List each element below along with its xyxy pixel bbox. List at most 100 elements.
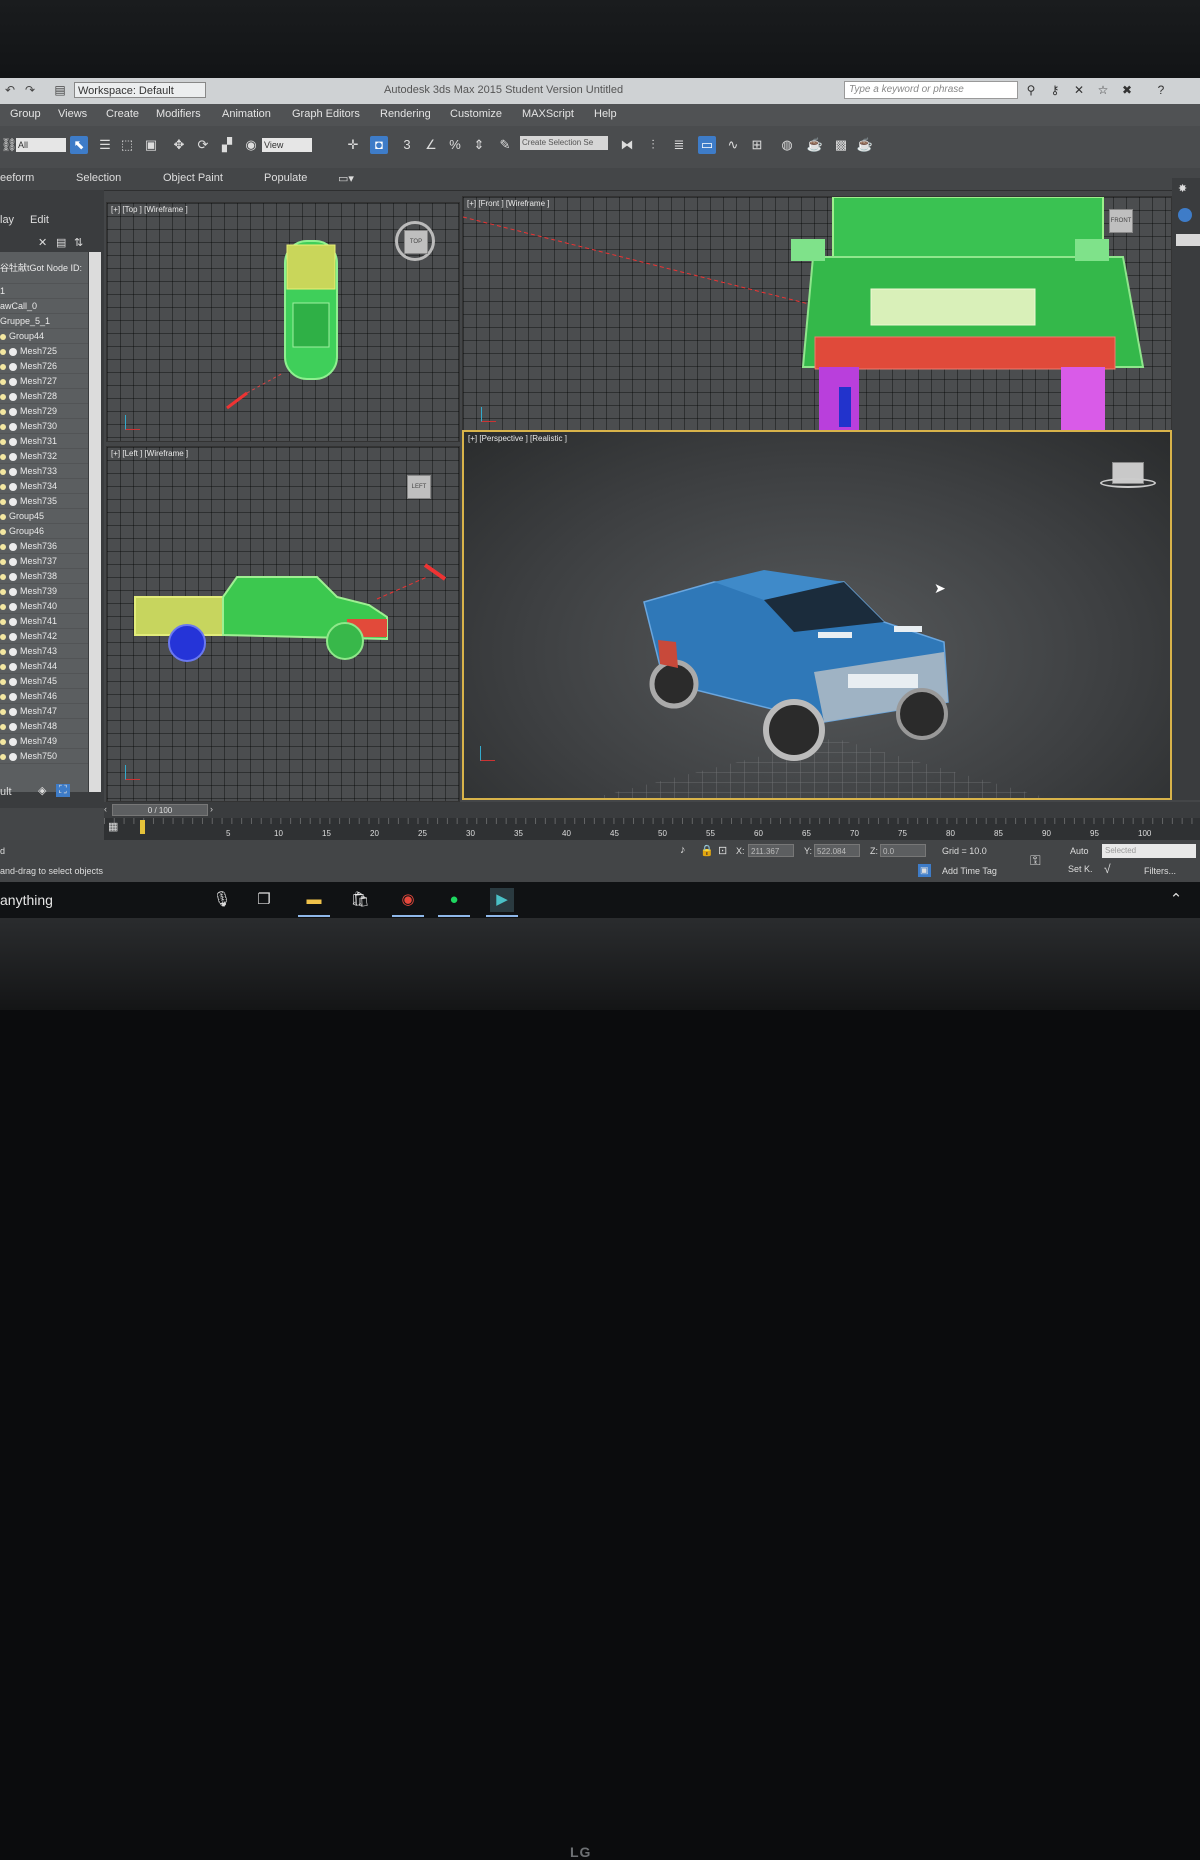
lightbulb-icon[interactable] [0,453,6,460]
lightbulb-icon[interactable] [0,348,6,355]
freeze-icon[interactable] [9,692,17,701]
selection-set-dropdown[interactable]: Selected [1102,844,1196,858]
absolute-mode-icon[interactable]: ⊡ [718,844,727,857]
edit-named-selection-icon[interactable]: ✎ [496,136,514,154]
select-object-icon[interactable]: ⬉ [70,136,88,154]
scene-tab-display[interactable]: lay [0,214,14,226]
list-item[interactable]: Mesh748 [0,719,88,734]
move-icon[interactable]: ✥ [170,136,188,154]
reference-coordinate-dropdown[interactable]: View [262,138,312,152]
freeze-icon[interactable] [9,497,17,506]
ribbon-options-icon[interactable]: ▭▾ [338,172,354,185]
list-item[interactable]: Mesh741 [0,614,88,629]
menu-animation[interactable]: Animation [222,108,271,120]
list-item[interactable]: Mesh726 [0,359,88,374]
list-item[interactable]: awCall_0 [0,299,88,314]
lightbulb-icon[interactable] [0,618,6,625]
binoculars-icon[interactable]: ⚲ [1022,81,1040,99]
rotate-icon[interactable]: ⟳ [194,136,212,154]
lightbulb-icon[interactable] [0,738,6,745]
workspace-dropdown[interactable]: Workspace: Default [74,82,206,98]
rectangular-selection-icon[interactable]: ⬚ [118,136,136,154]
add-time-tag-button[interactable]: Add Time Tag [942,866,997,876]
list-item[interactable]: Mesh747 [0,704,88,719]
exchange-icon[interactable]: ✖ [1118,81,1136,99]
filter-icon[interactable]: ▤ [56,236,66,249]
viewport-front[interactable]: [+] [Front ] [Wireframe ] FRONT [462,196,1172,434]
viewport-perspective[interactable]: [+] [Perspective ] [Realistic ] ➤ [462,430,1172,800]
freeze-icon[interactable] [9,752,17,761]
list-item[interactable]: Mesh729 [0,404,88,419]
sort-icon[interactable]: ⇅ [74,236,83,249]
lightbulb-icon[interactable] [0,573,6,580]
list-item[interactable]: Mesh742 [0,629,88,644]
lightbulb-icon[interactable] [0,543,6,550]
lightbulb-icon[interactable] [0,663,6,670]
list-item[interactable]: Group44 [0,329,88,344]
menu-customize[interactable]: Customize [450,108,502,120]
pivot-center-icon[interactable]: ✛ [344,136,362,154]
freeze-icon[interactable] [9,347,17,356]
lightbulb-icon[interactable] [0,603,6,610]
freeze-icon[interactable] [9,422,17,431]
list-item[interactable]: Mesh745 [0,674,88,689]
viewport-left[interactable]: [+] [Left ] [Wireframe ] LEFT [106,446,460,802]
list-item[interactable]: Mesh743 [0,644,88,659]
lightbulb-icon[interactable] [0,678,6,685]
x-coordinate-field[interactable]: 211.367 [748,844,794,857]
filters-button[interactable]: Filters... [1144,866,1176,876]
layers-icon[interactable]: ◈ [38,784,46,797]
percent-snap-icon[interactable]: % [446,136,464,154]
list-item[interactable]: Mesh737 [0,554,88,569]
lightbulb-icon[interactable] [0,633,6,640]
list-item[interactable]: Mesh733 [0,464,88,479]
freeze-icon[interactable] [9,482,17,491]
angle-snap-icon[interactable]: ∠ [422,136,440,154]
search-input[interactable]: Type a keyword or phrase [844,81,1018,99]
freeze-icon[interactable] [9,617,17,626]
list-item[interactable]: Mesh735 [0,494,88,509]
track-bar[interactable]: ▦ 5 10 15 20 25 30 35 40 45 50 55 60 65 70 75 80 85 90 95 1… [104,818,1200,840]
list-item[interactable]: Mesh739 [0,584,88,599]
list-item[interactable]: Mesh749 [0,734,88,749]
freeze-icon[interactable] [9,467,17,476]
lightbulb-icon[interactable] [0,393,6,400]
menu-maxscript[interactable]: MAXScript [522,108,574,120]
freeze-icon[interactable] [9,602,17,611]
list-item[interactable]: 1 [0,284,88,299]
menu-rendering[interactable]: Rendering [380,108,431,120]
select-manipulate-icon[interactable]: ◘ [370,136,388,154]
list-item[interactable]: Mesh744 [0,659,88,674]
lightbulb-icon[interactable] [0,693,6,700]
time-tag-icon[interactable]: ▣ [918,864,931,877]
lightbulb-icon[interactable] [0,723,6,730]
menu-group[interactable]: Group [10,108,41,120]
redo-icon[interactable]: ↷ [22,82,38,98]
freeze-icon[interactable] [9,587,17,596]
create-panel-icon[interactable]: ✸ [1178,182,1187,195]
menu-help[interactable]: Help [594,108,617,120]
set-key-icon[interactable]: ⚿ [1030,852,1041,869]
freeze-icon[interactable] [9,377,17,386]
command-panel-field[interactable] [1176,234,1200,246]
lightbulb-icon[interactable] [0,513,6,520]
current-frame-marker[interactable] [140,820,145,834]
tree-scrollbar[interactable] [89,252,101,792]
render-production-icon[interactable]: ☕ [856,136,874,154]
freeze-icon[interactable] [9,707,17,716]
freeze-icon[interactable] [9,557,17,566]
spinner-snap-icon[interactable]: ⇕ [470,136,488,154]
z-coordinate-field[interactable]: 0.0 [880,844,926,857]
freeze-icon[interactable] [9,362,17,371]
lightbulb-icon[interactable] [0,753,6,760]
list-item[interactable]: Mesh725 [0,344,88,359]
ribbon-tab-freeform[interactable]: eeform [0,172,34,184]
menu-views[interactable]: Views [58,108,87,120]
lightbulb-icon[interactable] [0,588,6,595]
lightbulb-icon[interactable] [0,378,6,385]
list-item[interactable]: Mesh727 [0,374,88,389]
list-item[interactable]: Mesh736 [0,539,88,554]
align-icon[interactable]: ⫶ [644,136,662,154]
show-hidden-icons[interactable]: ⌃ [1164,888,1188,912]
lightbulb-icon[interactable] [0,408,6,415]
